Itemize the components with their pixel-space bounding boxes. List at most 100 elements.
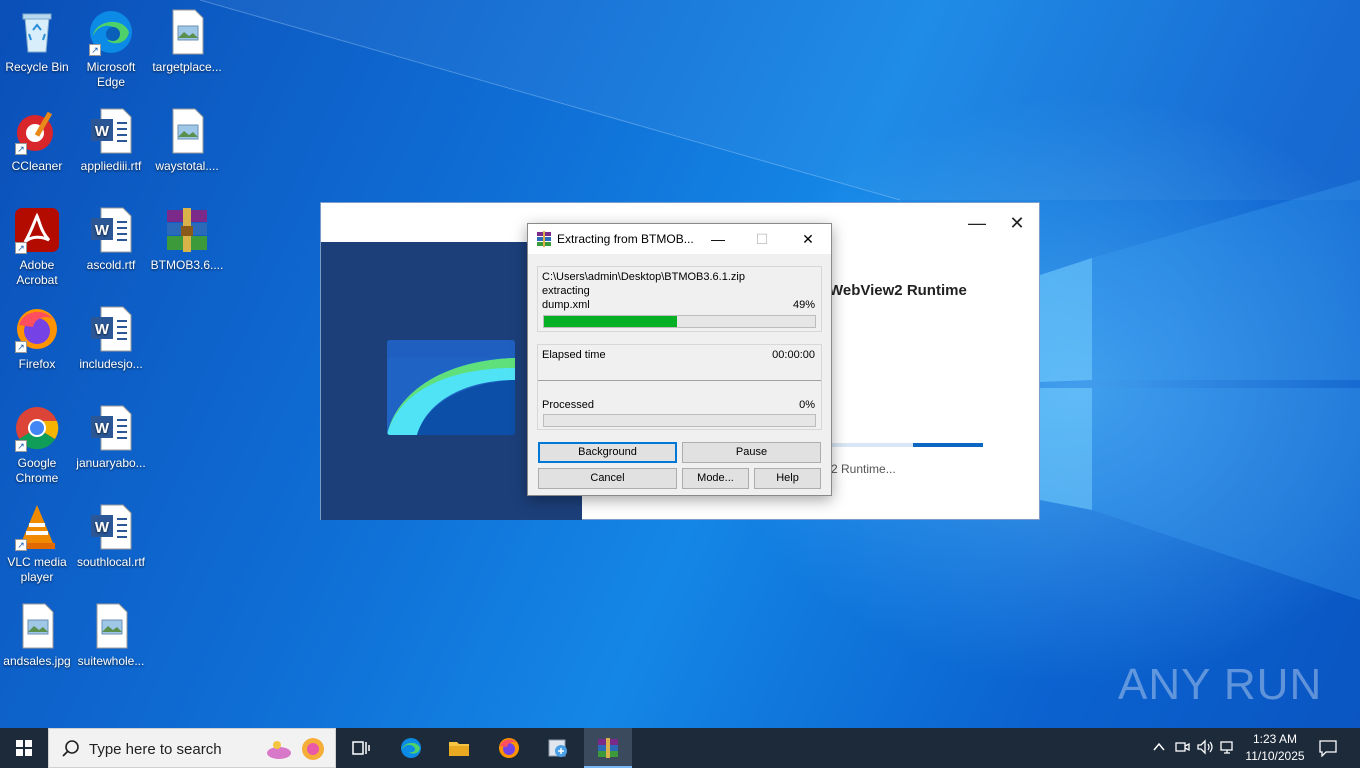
chevron-up-icon[interactable] bbox=[1152, 740, 1166, 754]
file-progress-bar bbox=[543, 315, 816, 328]
clock-time: 1:23 AM bbox=[1252, 732, 1298, 746]
svg-text:W: W bbox=[95, 420, 110, 437]
network-icon[interactable] bbox=[1220, 739, 1236, 755]
desktop-icon-google-chrome[interactable]: ↗ Google Chrome bbox=[0, 404, 74, 486]
taskbar-clock[interactable]: 1:23 AM 11/10/2025 bbox=[1236, 731, 1314, 765]
taskbar-installer[interactable] bbox=[534, 728, 582, 768]
desktop-icon-targetplace[interactable]: targetplace... bbox=[150, 8, 224, 75]
desktop-icon-label: ascold.rtf bbox=[86, 258, 136, 272]
desktop-icon-adobe-acrobat[interactable]: ↗ Adobe Acrobat bbox=[0, 206, 74, 288]
taskbar-search-box[interactable]: Type here to search bbox=[48, 728, 336, 768]
firefox-icon bbox=[499, 738, 519, 758]
minimize-button[interactable]: — bbox=[962, 213, 992, 234]
system-tray bbox=[1150, 728, 1236, 768]
desktop-icon-andsales[interactable]: andsales.jpg bbox=[0, 602, 74, 669]
desktop-icon-label: Recycle Bin bbox=[5, 60, 69, 74]
time-info-panel: Elapsed time 00:00:00 Processed 0% bbox=[537, 344, 822, 430]
desktop-icon-firefox[interactable]: ↗ Firefox bbox=[0, 305, 74, 372]
image-file-icon bbox=[87, 602, 135, 650]
elapsed-time-value: 00:00:00 bbox=[772, 349, 815, 361]
ccleaner-icon: ↗ bbox=[13, 107, 61, 155]
desktop-icon-btmob-archive[interactable]: BTMOB3.6.... bbox=[150, 206, 224, 273]
elapsed-time-label: Elapsed time bbox=[542, 349, 606, 361]
desktop-icon-ascold[interactable]: W ascold.rtf bbox=[74, 206, 148, 273]
word-doc-icon: W bbox=[87, 206, 135, 254]
windows-logo-icon bbox=[16, 740, 32, 756]
shortcut-arrow-icon: ↗ bbox=[89, 44, 101, 56]
desktop-icon-suitewhole[interactable]: suitewhole... bbox=[74, 602, 148, 669]
desktop-icon-waystotal[interactable]: waystotal.... bbox=[150, 107, 224, 174]
desktop-icon-januaryabo[interactable]: W januaryabo... bbox=[74, 404, 148, 471]
installer-icon bbox=[548, 739, 567, 757]
taskbar-task-view[interactable] bbox=[336, 728, 384, 768]
file-percent: 49% bbox=[792, 299, 815, 311]
taskbar: Type here to search 1:23 AM 11/10/2025 bbox=[0, 728, 1360, 768]
dialog-close-button[interactable]: ✕ bbox=[786, 227, 830, 251]
notifications-icon[interactable] bbox=[1318, 739, 1338, 757]
meet-now-icon[interactable] bbox=[1174, 739, 1190, 755]
svg-text:W: W bbox=[95, 222, 110, 239]
help-button[interactable]: Help bbox=[754, 468, 821, 489]
image-file-icon bbox=[13, 602, 61, 650]
desktop-icon-label: waystotal.... bbox=[155, 159, 219, 173]
task-view-icon bbox=[352, 741, 370, 755]
taskbar-file-explorer[interactable] bbox=[435, 728, 483, 768]
dialog-title: Extracting from BTMOB... bbox=[557, 232, 694, 246]
volume-icon[interactable] bbox=[1196, 739, 1214, 755]
archive-path: C:\Users\admin\Desktop\BTMOB3.6.1.zip bbox=[542, 271, 745, 283]
processed-label: Processed bbox=[542, 399, 594, 411]
dialog-maximize-button[interactable]: ☐ bbox=[740, 227, 784, 251]
search-placeholder: Type here to search bbox=[89, 741, 222, 758]
word-doc-icon: W bbox=[87, 107, 135, 155]
desktop-icon-includesjo[interactable]: W includesjo... bbox=[74, 305, 148, 372]
desktop-icon-ccleaner[interactable]: ↗ CCleaner bbox=[0, 107, 74, 174]
file-explorer-icon bbox=[449, 742, 469, 756]
anyrun-watermark: ANY RUN bbox=[1118, 660, 1323, 709]
word-doc-icon: W bbox=[87, 404, 135, 452]
background-button[interactable]: Background bbox=[538, 442, 677, 463]
start-button[interactable] bbox=[0, 728, 48, 768]
winrar-icon bbox=[598, 738, 618, 758]
desktop-icon-label: Adobe Acrobat bbox=[16, 258, 58, 287]
winrar-extract-dialog[interactable]: Extracting from BTMOB... — ☐ ✕ C:\Users\… bbox=[527, 223, 832, 496]
shortcut-arrow-icon: ↗ bbox=[15, 341, 27, 353]
desktop-icon-vlc[interactable]: ↗ VLC media player bbox=[0, 503, 74, 585]
close-button[interactable]: ✕ bbox=[1002, 213, 1032, 234]
cancel-button[interactable]: Cancel bbox=[538, 468, 677, 489]
taskbar-firefox[interactable] bbox=[485, 728, 533, 768]
pause-button[interactable]: Pause bbox=[682, 442, 821, 463]
divider bbox=[538, 380, 821, 381]
shortcut-arrow-icon: ↗ bbox=[15, 440, 27, 452]
taskbar-winrar[interactable] bbox=[584, 728, 632, 768]
recycle-bin-icon bbox=[13, 8, 61, 56]
desktop-icon-label: suitewhole... bbox=[77, 654, 145, 668]
desktop-icon-recycle-bin[interactable]: Recycle Bin bbox=[0, 8, 74, 75]
svg-text:W: W bbox=[95, 123, 110, 140]
desktop-icon-appliediii[interactable]: W appliediii.rtf bbox=[74, 107, 148, 174]
acrobat-icon: ↗ bbox=[13, 206, 61, 254]
shortcut-arrow-icon: ↗ bbox=[15, 539, 27, 551]
mode-button[interactable]: Mode... bbox=[682, 468, 749, 489]
dialog-minimize-button[interactable]: — bbox=[696, 227, 740, 251]
desktop-icon-label: Firefox bbox=[18, 357, 56, 371]
desktop-icon-label: includesjo... bbox=[79, 357, 143, 371]
desktop-icon-label: andsales.jpg bbox=[3, 654, 71, 668]
dialog-titlebar[interactable]: Extracting from BTMOB... — ☐ ✕ bbox=[528, 224, 831, 254]
clock-date: 11/10/2025 bbox=[1245, 749, 1305, 763]
svg-text:W: W bbox=[95, 321, 110, 338]
desktop-icon-microsoft-edge[interactable]: ↗ Microsoft Edge bbox=[74, 8, 148, 90]
winrar-archive-icon bbox=[163, 206, 211, 254]
current-file: dump.xml bbox=[542, 299, 590, 311]
edge-icon: ↗ bbox=[87, 8, 135, 56]
desktop-icon-label: BTMOB3.6.... bbox=[150, 258, 224, 272]
installer-status-text: 2 Runtime... bbox=[831, 462, 896, 476]
desktop-icon-southlocal[interactable]: W southlocal.rtf bbox=[74, 503, 148, 570]
image-file-icon bbox=[163, 107, 211, 155]
processed-progress-bar bbox=[543, 414, 816, 427]
image-file-icon bbox=[163, 8, 211, 56]
shortcut-arrow-icon: ↗ bbox=[15, 143, 27, 155]
extract-info-panel: C:\Users\admin\Desktop\BTMOB3.6.1.zip ex… bbox=[537, 266, 822, 332]
installer-heading: WebView2 Runtime bbox=[829, 282, 967, 299]
taskbar-edge[interactable] bbox=[387, 728, 435, 768]
firefox-icon: ↗ bbox=[13, 305, 61, 353]
